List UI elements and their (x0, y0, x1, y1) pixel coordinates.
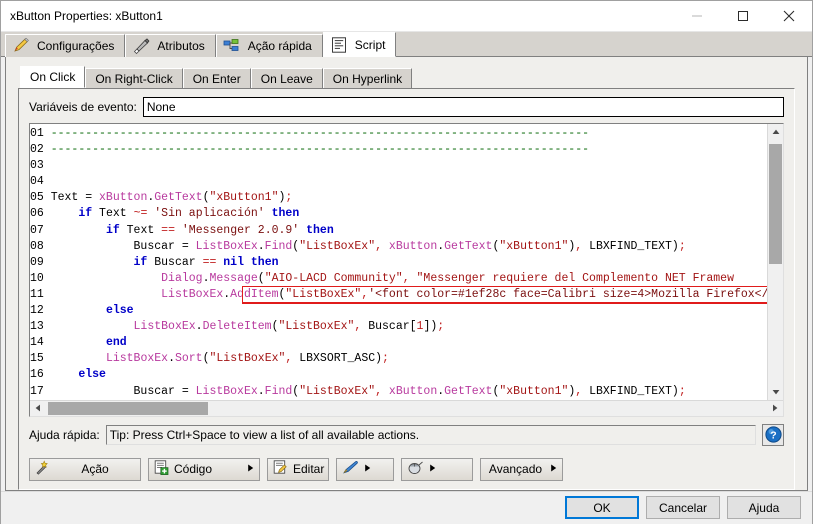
pen-icon (342, 460, 359, 478)
script-panel: On Click On Right-Click On Enter On Leav… (5, 57, 808, 491)
window-body: Configurações Atributos Ação rápida Scri… (1, 31, 812, 524)
code-line: 14 end (30, 336, 127, 350)
chevron-left-icon[interactable] (30, 400, 46, 416)
edit-note-icon (273, 460, 288, 478)
event-variables-field[interactable]: None (142, 97, 784, 117)
title-bar: xButton Properties: xButton1 (1, 1, 812, 31)
tab-script[interactable]: Script (322, 32, 397, 57)
mouse-icon (407, 460, 424, 478)
blocks-icon (223, 38, 241, 54)
editor-horizontal-scrollbar[interactable] (30, 399, 783, 416)
editar-button-label: Editar (293, 462, 325, 477)
tab-configuracoes-label: Configurações (37, 39, 115, 53)
script-group-box: Variáveis de evento: None 01 -----------… (18, 88, 795, 490)
maximize-button[interactable] (720, 1, 766, 31)
code-line: 03 (30, 159, 44, 173)
code-line: 11 ListBoxEx.AddItem("ListBoxEx",'<font … (30, 287, 767, 301)
event-variables-label: Variáveis de evento: (29, 100, 137, 114)
avancado-button-label: Avançado (488, 462, 543, 477)
code-line: 08 Buscar = ListBoxEx.Find("ListBoxEx", … (30, 239, 686, 253)
tab-configuracoes[interactable]: Configurações (5, 34, 126, 57)
question-help-icon[interactable]: ? (762, 423, 784, 446)
code-line: 16 else (30, 368, 106, 382)
subtab-on-leave-label: On Leave (260, 71, 313, 86)
tab-acao-rapida-label: Ação rápida (247, 39, 312, 53)
highlight-rule-bottom (242, 303, 767, 305)
code-editor: 01 -------------------------------------… (29, 123, 784, 417)
script-action-toolbar: Ação Código Editar Avançado (29, 457, 784, 481)
tab-atributos[interactable]: Atributos (125, 34, 216, 57)
chevron-down-icon[interactable] (768, 383, 783, 400)
code-page-icon (154, 460, 169, 478)
quick-help-field: Tip: Press Ctrl+Space to view a list of … (105, 424, 756, 445)
code-line: 15 ListBoxEx.Sort("ListBoxEx", LBXSORT_A… (30, 352, 389, 366)
editar-button[interactable]: Editar (267, 457, 329, 481)
mouse-tool-button[interactable] (401, 457, 473, 481)
chevron-right-icon (429, 464, 436, 474)
event-variables-row: Variáveis de evento: None (29, 97, 784, 117)
chevron-up-icon[interactable] (768, 124, 783, 140)
code-line: 07 if Text == 'Messenger 2.0.9' then (30, 223, 334, 237)
chevron-right-icon (550, 464, 557, 474)
magic-wand-icon (35, 460, 50, 478)
highlight-rule-top (242, 286, 767, 287)
code-line: 13 ListBoxEx.DeleteItem("ListBoxEx", Bus… (30, 320, 445, 334)
code-line: 12 else (30, 304, 134, 318)
ok-button[interactable]: OK (565, 496, 639, 520)
close-button[interactable] (766, 1, 812, 31)
subtab-on-leave[interactable]: On Leave (250, 68, 323, 88)
subtab-on-enter-label: On Enter (192, 71, 241, 86)
subtab-on-right-click-label: On Right-Click (95, 71, 173, 86)
xbutton-properties-window: xButton Properties: xButton1 Configuraçõ… (0, 0, 813, 524)
svg-text:?: ? (770, 429, 776, 441)
code-text-area[interactable]: 01 -------------------------------------… (30, 124, 767, 400)
cancel-button[interactable]: Cancelar (646, 496, 720, 520)
code-line: 10 Dialog.Message("AIO-LACD Community", … (30, 271, 734, 285)
minimize-button[interactable] (674, 1, 720, 31)
acao-button-label: Ação (81, 462, 109, 477)
tab-script-label: Script (354, 37, 386, 52)
subtab-on-hyperlink-label: On Hyperlink (332, 71, 403, 86)
quick-help-row: Ajuda rápida: Tip: Press Ctrl+Space to v… (29, 423, 784, 446)
subtab-on-hyperlink[interactable]: On Hyperlink (322, 68, 413, 88)
code-line: 09 if Buscar == nil then (30, 255, 279, 269)
code-line: 02 -------------------------------------… (30, 143, 590, 157)
acao-button[interactable]: Ação (29, 457, 141, 481)
window-title: xButton Properties: xButton1 (10, 9, 163, 23)
paintbrush-icon (132, 38, 150, 55)
pen-tool-button[interactable] (336, 457, 394, 481)
code-line: 04 (30, 175, 44, 189)
chevron-right-icon[interactable] (767, 400, 783, 416)
chevron-right-icon (247, 464, 254, 474)
tab-atributos-label: Atributos (157, 39, 205, 53)
codigo-button-label: Código (174, 462, 213, 477)
codigo-button[interactable]: Código (148, 457, 260, 481)
main-tab-strip: Configurações Atributos Ação rápida Scri… (1, 32, 812, 57)
editor-vscroll-thumb[interactable] (769, 144, 782, 264)
tab-acao-rapida[interactable]: Ação rápida (215, 34, 323, 57)
dialog-footer: OK Cancelar Ajuda (1, 490, 812, 524)
avancado-button[interactable]: Avançado (480, 457, 563, 481)
editor-vertical-scrollbar[interactable] (767, 124, 783, 400)
code-line: 17 Buscar = ListBoxEx.Find("ListBoxEx", … (30, 384, 686, 398)
subtab-on-click[interactable]: On Click (20, 66, 86, 88)
quick-help-label: Ajuda rápida: (29, 427, 100, 442)
help-button[interactable]: Ajuda (727, 496, 801, 520)
pencil-icon (12, 37, 30, 54)
subtab-on-right-click[interactable]: On Right-Click (85, 68, 183, 88)
script-icon (330, 36, 348, 53)
code-line: 06 if Text ~= 'Sin aplicación' then (30, 207, 300, 221)
event-tab-strip: On Click On Right-Click On Enter On Leav… (20, 66, 807, 88)
code-line: 05 Text = xButton.GetText("xButton1"); (30, 191, 293, 205)
subtab-on-enter[interactable]: On Enter (182, 68, 251, 88)
editor-hscroll-thumb[interactable] (48, 401, 208, 415)
chevron-right-icon (364, 464, 371, 474)
code-editor-main: 01 -------------------------------------… (30, 124, 783, 400)
code-line: 01 -------------------------------------… (30, 127, 590, 140)
subtab-on-click-label: On Click (30, 70, 76, 84)
